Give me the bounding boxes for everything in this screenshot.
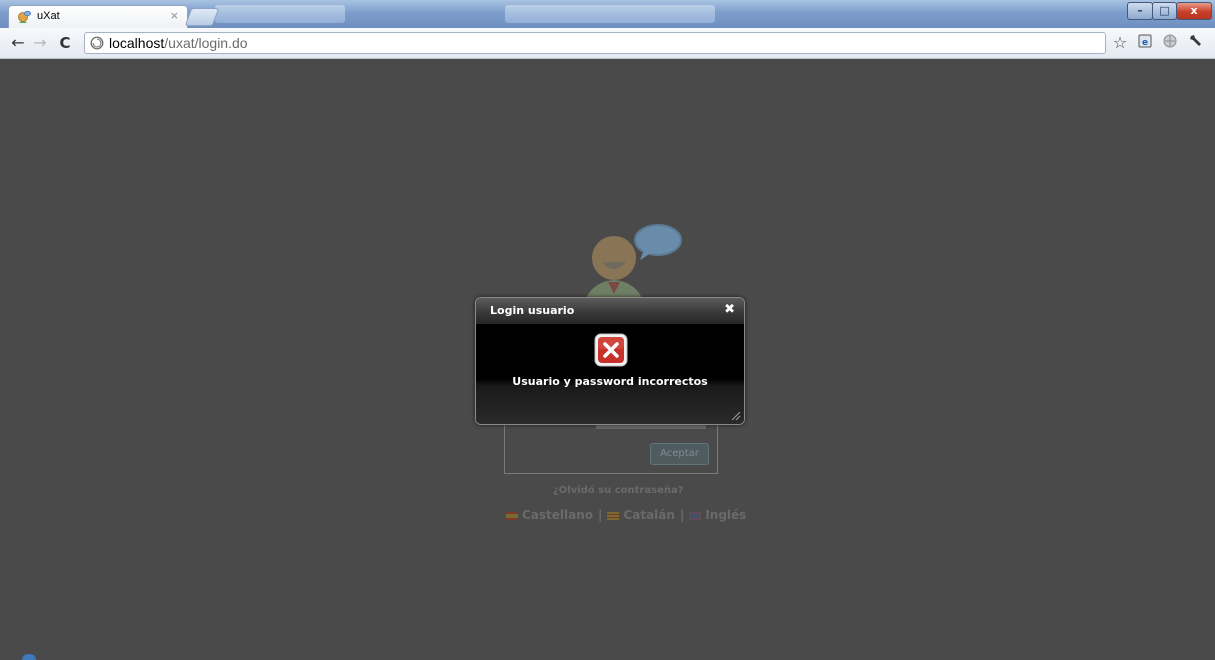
language-separator: |: [679, 508, 685, 522]
forward-arrow-icon[interactable]: →: [30, 33, 50, 53]
url-host: localhost: [109, 35, 165, 51]
back-arrow-icon[interactable]: ←: [8, 33, 28, 53]
window-close-button[interactable]: x: [1176, 2, 1212, 20]
language-separator: |: [598, 508, 603, 522]
uxat-favicon-icon: [18, 10, 31, 23]
language-ingles-label: Inglés: [705, 508, 747, 522]
tab-title: uXat: [37, 10, 60, 22]
dialog-message: Usuario y password incorrectos: [512, 375, 708, 388]
extension-globe-icon[interactable]: [1160, 33, 1180, 53]
window-minimize-button[interactable]: –: [1127, 2, 1153, 20]
window-maximize-button[interactable]: □: [1152, 2, 1177, 20]
browser-toolbar: ← → C localhost/uxat/login.do ☆ e: [0, 28, 1215, 59]
url-path: /uxat/login.do: [164, 35, 248, 51]
language-ingles[interactable]: Inglés: [689, 508, 746, 522]
page-globe-icon: [90, 36, 104, 50]
wrench-menu-icon[interactable]: [1186, 33, 1206, 53]
reload-icon[interactable]: C: [55, 33, 75, 53]
blurred-title-area: [505, 5, 715, 23]
extension-page-icon[interactable]: e: [1135, 33, 1155, 53]
bookmark-star-icon[interactable]: ☆: [1110, 33, 1130, 53]
spain-flag-icon: [506, 511, 518, 520]
error-x-icon: [594, 333, 628, 367]
new-tab-button[interactable]: [184, 8, 220, 26]
language-castellano[interactable]: Castellano: [506, 508, 593, 522]
dialog-close-icon[interactable]: ✖: [724, 302, 735, 318]
svg-text:e: e: [1142, 38, 1148, 48]
address-bar[interactable]: localhost/uxat/login.do: [84, 32, 1106, 54]
language-catalan[interactable]: Catalán: [607, 508, 675, 522]
window-titlebar: uXat × – □ x: [0, 0, 1215, 28]
dialog-body: Usuario y password incorrectos: [476, 324, 744, 424]
language-castellano-label: Castellano: [522, 508, 594, 522]
dialog-header[interactable]: Login usuario ✖: [476, 298, 744, 324]
resize-grip-icon[interactable]: [731, 411, 741, 421]
forgot-password-link[interactable]: ¿Olvidó su contraseña?: [553, 485, 684, 496]
address-url: localhost/uxat/login.do: [109, 35, 248, 51]
uk-flag-icon: [689, 511, 702, 520]
language-selector: Castellano | Catalán | Inglés: [506, 508, 746, 522]
tab-close-icon[interactable]: ×: [170, 9, 179, 22]
dialog-title: Login usuario: [490, 304, 575, 317]
blurred-tab-area: [215, 5, 345, 23]
catalonia-flag-icon: [607, 511, 620, 520]
login-error-dialog: Login usuario ✖ Usuario y password incor…: [475, 297, 745, 425]
browser-tab-uxat[interactable]: uXat ×: [8, 5, 188, 28]
language-catalan-label: Catalán: [623, 508, 675, 522]
accept-button[interactable]: Aceptar: [650, 443, 709, 465]
status-indicator-icon: [22, 654, 36, 660]
